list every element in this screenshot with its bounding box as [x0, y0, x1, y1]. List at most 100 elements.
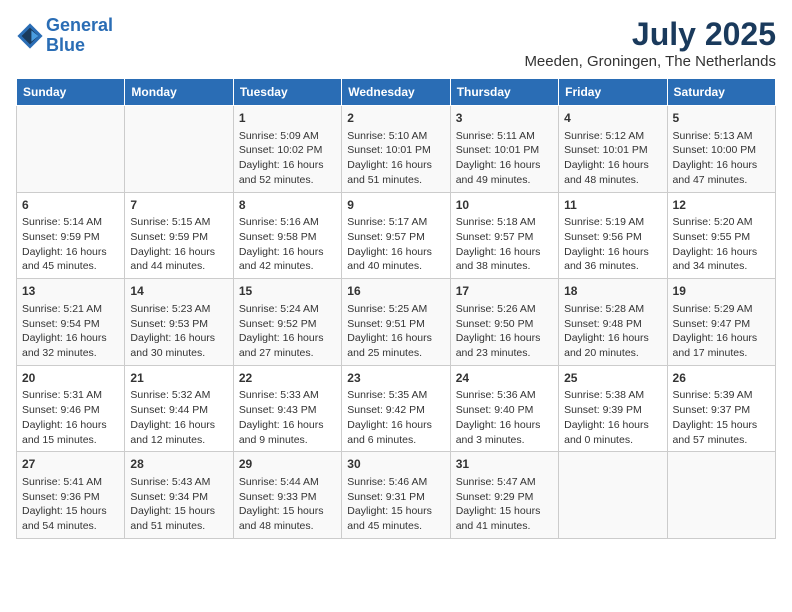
month-title: July 2025	[524, 16, 776, 53]
cell-content: Sunrise: 5:16 AM Sunset: 9:58 PM Dayligh…	[239, 215, 336, 274]
day-number: 21	[130, 370, 227, 387]
cell-content: Sunrise: 5:15 AM Sunset: 9:59 PM Dayligh…	[130, 215, 227, 274]
calendar-cell: 21Sunrise: 5:32 AM Sunset: 9:44 PM Dayli…	[125, 365, 233, 452]
calendar-cell: 14 Sunrise: 5:23 AM Sunset: 9:53 PM Dayli…	[125, 279, 233, 366]
cell-content: Sunrise: 5:31 AM Sunset: 9:46 PM Dayligh…	[22, 388, 119, 447]
calendar-cell: 2 Sunrise: 5:10 AM Sunset: 10:01 PM Dayli…	[342, 106, 450, 193]
calendar-cell: 4 Sunrise: 5:12 AM Sunset: 10:01 PM Dayli…	[559, 106, 667, 193]
day-number: 24	[456, 370, 553, 387]
cell-content: Sunrise: 5:17 AM Sunset: 9:57 PM Dayligh…	[347, 215, 444, 274]
logo-icon	[16, 22, 44, 50]
calendar-cell: 29 Sunrise: 5:44 AM Sunset: 9:33 PM Dayli…	[233, 452, 341, 539]
calendar-cell: 24Sunrise: 5:36 AM Sunset: 9:40 PM Dayli…	[450, 365, 558, 452]
calendar-cell: 11Sunrise: 5:19 AM Sunset: 9:56 PM Dayli…	[559, 192, 667, 279]
calendar-week-1: 1 Sunrise: 5:09 AM Sunset: 10:02 PM Dayli…	[17, 106, 776, 193]
day-number: 26	[673, 370, 770, 387]
day-number: 2	[347, 110, 444, 127]
calendar-week-5: 27 Sunrise: 5:41 AM Sunset: 9:36 PM Dayli…	[17, 452, 776, 539]
day-number: 14	[130, 283, 227, 300]
cell-content: Sunrise: 5:21 AM Sunset: 9:54 PM Dayligh…	[22, 302, 119, 361]
day-number: 31	[456, 456, 553, 473]
day-number: 23	[347, 370, 444, 387]
calendar-cell: 31 Sunrise: 5:47 AM Sunset: 9:29 PM Dayli…	[450, 452, 558, 539]
weekday-header-thursday: Thursday	[450, 79, 558, 106]
calendar-cell: 8Sunrise: 5:16 AM Sunset: 9:58 PM Daylig…	[233, 192, 341, 279]
calendar-cell	[667, 452, 775, 539]
cell-content: Sunrise: 5:12 AM Sunset: 10:01 PM Daylig…	[564, 129, 661, 188]
calendar-cell: 18Sunrise: 5:28 AM Sunset: 9:48 PM Dayli…	[559, 279, 667, 366]
day-number: 15	[239, 283, 336, 300]
day-number: 7	[130, 197, 227, 214]
cell-content: Sunrise: 5:46 AM Sunset: 9:31 PM Dayligh…	[347, 475, 444, 534]
day-number: 29	[239, 456, 336, 473]
weekday-header-friday: Friday	[559, 79, 667, 106]
day-number: 10	[456, 197, 553, 214]
calendar-cell: 15Sunrise: 5:24 AM Sunset: 9:52 PM Dayli…	[233, 279, 341, 366]
day-number: 28	[130, 456, 227, 473]
calendar-cell: 27 Sunrise: 5:41 AM Sunset: 9:36 PM Dayli…	[17, 452, 125, 539]
calendar-cell: 23Sunrise: 5:35 AM Sunset: 9:42 PM Dayli…	[342, 365, 450, 452]
cell-content: Sunrise: 5:43 AM Sunset: 9:34 PM Dayligh…	[130, 475, 227, 534]
cell-content: Sunrise: 5:44 AM Sunset: 9:33 PM Dayligh…	[239, 475, 336, 534]
day-number: 4	[564, 110, 661, 127]
calendar-cell	[17, 106, 125, 193]
calendar-week-4: 20Sunrise: 5:31 AM Sunset: 9:46 PM Dayli…	[17, 365, 776, 452]
calendar-cell: 19Sunrise: 5:29 AM Sunset: 9:47 PM Dayli…	[667, 279, 775, 366]
cell-content: Sunrise: 5:19 AM Sunset: 9:56 PM Dayligh…	[564, 215, 661, 274]
day-number: 25	[564, 370, 661, 387]
calendar-table: SundayMondayTuesdayWednesdayThursdayFrid…	[16, 78, 776, 539]
calendar-cell: 26Sunrise: 5:39 AM Sunset: 9:37 PM Dayli…	[667, 365, 775, 452]
calendar-cell: 1 Sunrise: 5:09 AM Sunset: 10:02 PM Dayli…	[233, 106, 341, 193]
cell-content: Sunrise: 5:47 AM Sunset: 9:29 PM Dayligh…	[456, 475, 553, 534]
cell-content: Sunrise: 5:10 AM Sunset: 10:01 PM Daylig…	[347, 129, 444, 188]
calendar-cell: 7Sunrise: 5:15 AM Sunset: 9:59 PM Daylig…	[125, 192, 233, 279]
cell-content: Sunrise: 5:32 AM Sunset: 9:44 PM Dayligh…	[130, 388, 227, 447]
day-number: 8	[239, 197, 336, 214]
calendar-cell: 17 Sunrise: 5:26 AM Sunset: 9:50 PM Dayli…	[450, 279, 558, 366]
calendar-cell: 12Sunrise: 5:20 AM Sunset: 9:55 PM Dayli…	[667, 192, 775, 279]
page-header: General Blue July 2025 Meeden, Groningen…	[16, 16, 776, 70]
calendar-cell: 9Sunrise: 5:17 AM Sunset: 9:57 PM Daylig…	[342, 192, 450, 279]
day-number: 3	[456, 110, 553, 127]
cell-content: Sunrise: 5:29 AM Sunset: 9:47 PM Dayligh…	[673, 302, 770, 361]
calendar-cell: 16Sunrise: 5:25 AM Sunset: 9:51 PM Dayli…	[342, 279, 450, 366]
cell-content: Sunrise: 5:14 AM Sunset: 9:59 PM Dayligh…	[22, 215, 119, 274]
cell-content: Sunrise: 5:20 AM Sunset: 9:55 PM Dayligh…	[673, 215, 770, 274]
calendar-cell: 5 Sunrise: 5:13 AM Sunset: 10:00 PM Dayli…	[667, 106, 775, 193]
title-block: July 2025 Meeden, Groningen, The Netherl…	[524, 16, 776, 70]
cell-content: Sunrise: 5:26 AM Sunset: 9:50 PM Dayligh…	[456, 302, 553, 361]
calendar-cell: 28 Sunrise: 5:43 AM Sunset: 9:34 PM Dayli…	[125, 452, 233, 539]
logo: General Blue	[16, 16, 113, 56]
calendar-cell: 30 Sunrise: 5:46 AM Sunset: 9:31 PM Dayli…	[342, 452, 450, 539]
calendar-cell: 13Sunrise: 5:21 AM Sunset: 9:54 PM Dayli…	[17, 279, 125, 366]
day-number: 5	[673, 110, 770, 127]
cell-content: Sunrise: 5:23 AM Sunset: 9:53 PM Dayligh…	[130, 302, 227, 361]
calendar-cell: 10Sunrise: 5:18 AM Sunset: 9:57 PM Dayli…	[450, 192, 558, 279]
calendar-header: SundayMondayTuesdayWednesdayThursdayFrid…	[17, 79, 776, 106]
day-number: 30	[347, 456, 444, 473]
day-number: 17	[456, 283, 553, 300]
day-number: 20	[22, 370, 119, 387]
cell-content: Sunrise: 5:38 AM Sunset: 9:39 PM Dayligh…	[564, 388, 661, 447]
calendar-cell: 6Sunrise: 5:14 AM Sunset: 9:59 PM Daylig…	[17, 192, 125, 279]
calendar-cell	[125, 106, 233, 193]
cell-content: Sunrise: 5:13 AM Sunset: 10:00 PM Daylig…	[673, 129, 770, 188]
cell-content: Sunrise: 5:09 AM Sunset: 10:02 PM Daylig…	[239, 129, 336, 188]
day-number: 6	[22, 197, 119, 214]
day-number: 18	[564, 283, 661, 300]
logo-text: General Blue	[46, 16, 113, 56]
logo-line2: Blue	[46, 35, 85, 55]
calendar-week-3: 13Sunrise: 5:21 AM Sunset: 9:54 PM Dayli…	[17, 279, 776, 366]
cell-content: Sunrise: 5:35 AM Sunset: 9:42 PM Dayligh…	[347, 388, 444, 447]
day-number: 12	[673, 197, 770, 214]
weekday-header-sunday: Sunday	[17, 79, 125, 106]
day-number: 16	[347, 283, 444, 300]
cell-content: Sunrise: 5:18 AM Sunset: 9:57 PM Dayligh…	[456, 215, 553, 274]
cell-content: Sunrise: 5:33 AM Sunset: 9:43 PM Dayligh…	[239, 388, 336, 447]
day-number: 27	[22, 456, 119, 473]
cell-content: Sunrise: 5:36 AM Sunset: 9:40 PM Dayligh…	[456, 388, 553, 447]
cell-content: Sunrise: 5:41 AM Sunset: 9:36 PM Dayligh…	[22, 475, 119, 534]
cell-content: Sunrise: 5:39 AM Sunset: 9:37 PM Dayligh…	[673, 388, 770, 447]
day-number: 1	[239, 110, 336, 127]
calendar-week-2: 6Sunrise: 5:14 AM Sunset: 9:59 PM Daylig…	[17, 192, 776, 279]
